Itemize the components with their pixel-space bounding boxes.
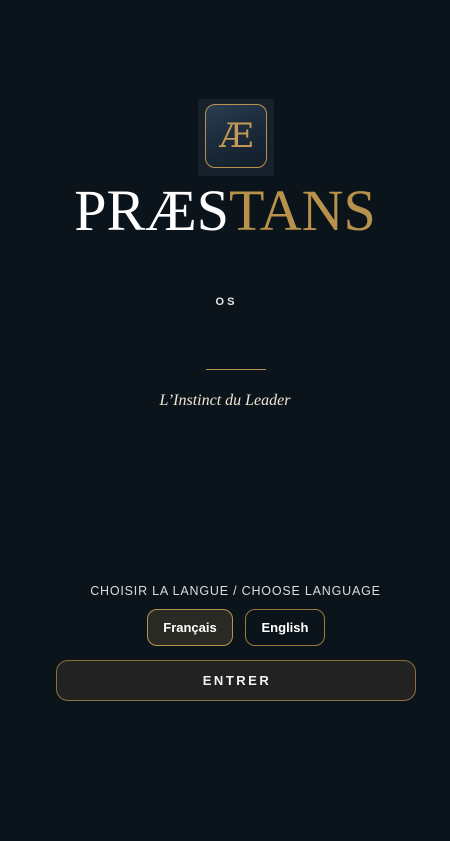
ae-ligature-logo-icon: Æ xyxy=(205,104,267,168)
tagline: L’Instinct du Leader xyxy=(159,392,291,409)
product-subtitle: OS xyxy=(215,296,238,308)
language-button-english[interactable]: English xyxy=(245,609,325,646)
gold-divider xyxy=(206,369,266,370)
language-heading: CHOISIR LA LANGUE / CHOOSE LANGUAGE xyxy=(90,584,381,598)
splash-screen: Æ PRÆSTANS OS L’Instinct du Leader CHOIS… xyxy=(0,0,450,841)
enter-button[interactable]: ENTRER xyxy=(56,660,416,701)
logo-mark-glyph: Æ xyxy=(219,116,253,156)
brand-wordmark: PRÆSTANS xyxy=(0,176,450,246)
wordmark-primary: PRÆS xyxy=(74,178,229,243)
language-button-francais[interactable]: Français xyxy=(147,609,233,646)
wordmark-accent: TANS xyxy=(228,178,376,243)
